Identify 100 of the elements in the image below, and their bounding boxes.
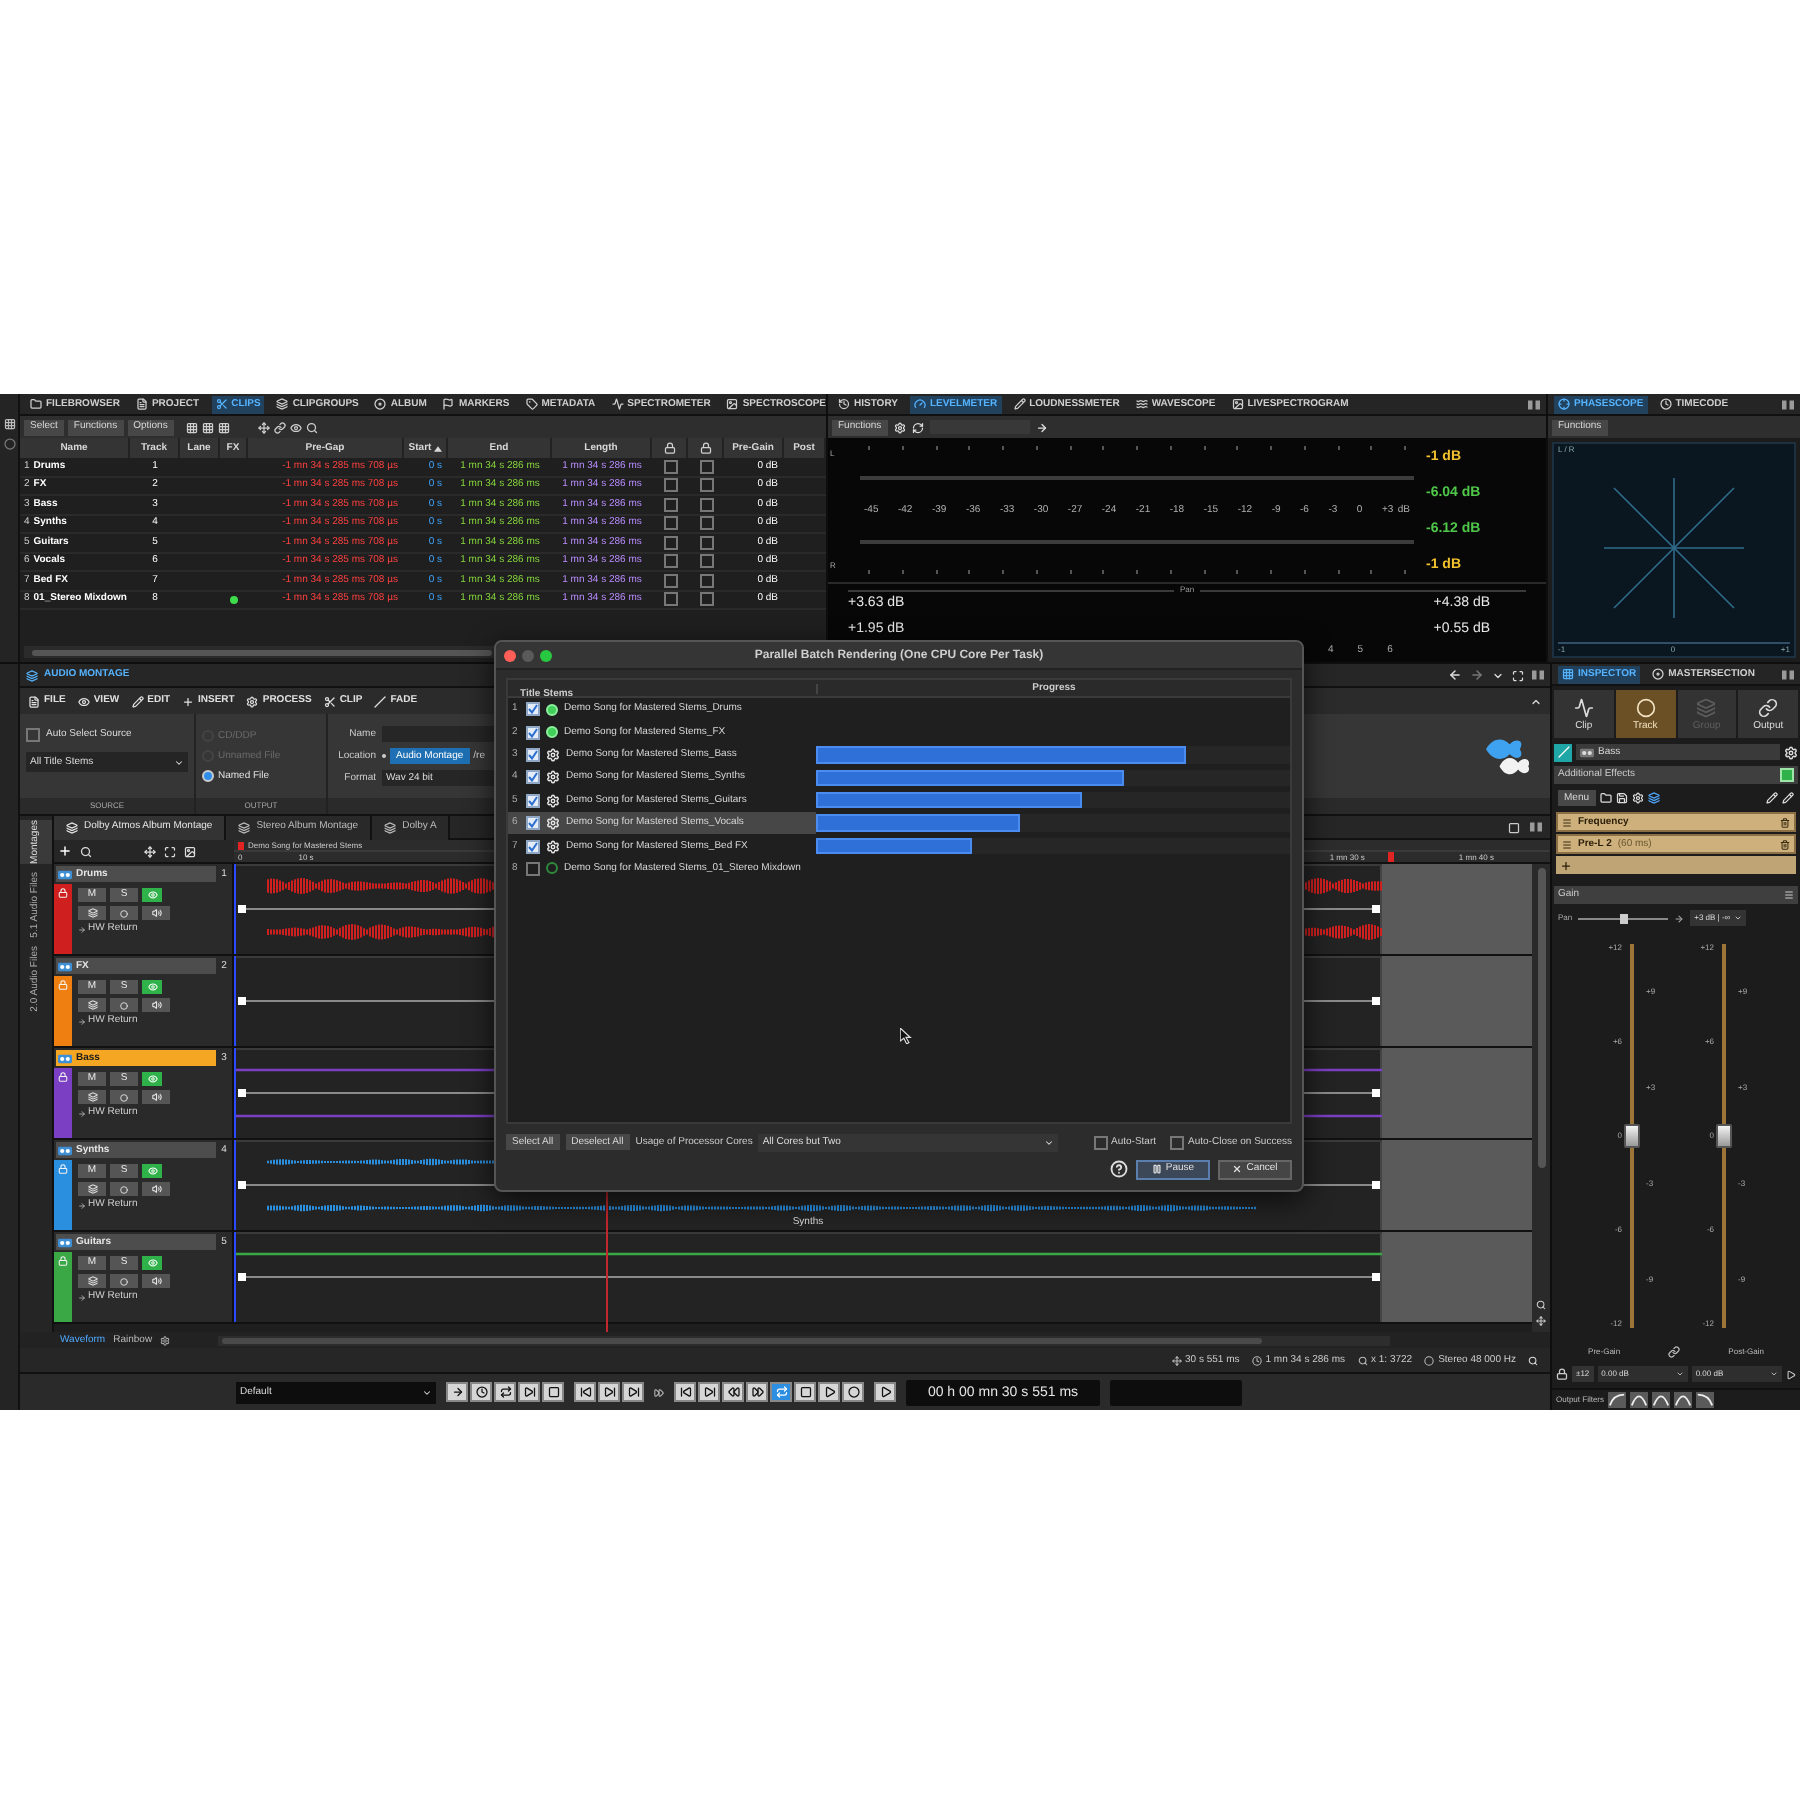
- go-to-start-button[interactable]: [674, 1382, 696, 1402]
- bars-icon[interactable]: [1782, 399, 1794, 409]
- checkbox[interactable]: [1093, 1135, 1107, 1149]
- arrow-right-icon[interactable]: [1035, 421, 1048, 433]
- move-icon[interactable]: [144, 845, 156, 857]
- volume-dropdown[interactable]: [142, 998, 170, 1012]
- collapse-icon[interactable]: [1530, 695, 1542, 707]
- repeat-button[interactable]: [494, 1382, 516, 1402]
- help-icon[interactable]: [1110, 1160, 1128, 1178]
- checkbox[interactable]: [526, 816, 540, 831]
- routing-button[interactable]: [78, 1090, 106, 1104]
- checkbox[interactable]: [663, 592, 677, 607]
- skip-back-button[interactable]: [574, 1382, 596, 1402]
- checkbox[interactable]: [526, 702, 540, 717]
- fader-thumb[interactable]: [1624, 1124, 1640, 1148]
- play-button[interactable]: [818, 1382, 840, 1402]
- checkbox[interactable]: [663, 516, 677, 531]
- trash-icon[interactable]: [1780, 839, 1790, 849]
- checkbox[interactable]: [663, 478, 677, 493]
- image-icon[interactable]: [184, 845, 196, 857]
- filter-curve-icon[interactable]: [1652, 1392, 1671, 1408]
- checkbox[interactable]: [526, 861, 540, 876]
- checkbox[interactable]: [699, 497, 713, 512]
- filter-curve-icon[interactable]: [1696, 1392, 1715, 1408]
- checkbox[interactable]: [699, 478, 713, 493]
- checkbox[interactable]: [699, 535, 713, 550]
- rewind-button[interactable]: [722, 1382, 744, 1402]
- record-button[interactable]: [842, 1382, 864, 1402]
- pencil-icon[interactable]: [1782, 792, 1794, 804]
- skip-forward-button[interactable]: [622, 1382, 644, 1402]
- grid-icon[interactable]: [3, 418, 15, 430]
- checkbox[interactable]: [526, 839, 540, 854]
- fader-thumb[interactable]: [1716, 1124, 1732, 1148]
- record-dropdown[interactable]: [110, 906, 138, 920]
- bars-icon[interactable]: [1532, 670, 1544, 680]
- maximize-icon[interactable]: [164, 845, 176, 857]
- scrollbar-thumb[interactable]: [32, 649, 492, 655]
- go-to-end-button[interactable]: [698, 1382, 720, 1402]
- close-window-button[interactable]: [504, 649, 516, 661]
- volume-dropdown[interactable]: [142, 906, 170, 920]
- search-icon[interactable]: [1536, 1300, 1546, 1310]
- checkbox[interactable]: [526, 793, 540, 808]
- record-dropdown[interactable]: [110, 1182, 138, 1196]
- scrollbar-thumb[interactable]: [222, 1337, 1263, 1343]
- radio-button[interactable]: [202, 770, 214, 782]
- trash-icon[interactable]: [1780, 817, 1790, 827]
- eye-icon[interactable]: [289, 421, 302, 433]
- checkbox[interactable]: [699, 573, 713, 588]
- checkbox[interactable]: [663, 459, 677, 474]
- checkbox[interactable]: [699, 516, 713, 531]
- checkbox[interactable]: [526, 747, 540, 762]
- refresh-icon[interactable]: [911, 421, 924, 433]
- filter-curve-icon[interactable]: [1630, 1392, 1649, 1408]
- move-icon[interactable]: [1536, 1316, 1546, 1326]
- maximize-icon[interactable]: [1512, 669, 1524, 681]
- fast-forward-button[interactable]: [746, 1382, 768, 1402]
- clock-button[interactable]: [470, 1382, 492, 1402]
- search-icon[interactable]: [1528, 1355, 1538, 1365]
- stop-button[interactable]: [794, 1382, 816, 1402]
- grid-view-icon[interactable]: [217, 421, 230, 433]
- link-icon[interactable]: [273, 421, 286, 433]
- move-icon[interactable]: [257, 421, 270, 433]
- checkbox[interactable]: [526, 725, 540, 740]
- checkbox[interactable]: [699, 459, 713, 474]
- record-dropdown[interactable]: [110, 1274, 138, 1288]
- record-dropdown[interactable]: [110, 1090, 138, 1104]
- volume-dropdown[interactable]: [142, 1090, 170, 1104]
- skip-forward-button[interactable]: [598, 1382, 620, 1402]
- grid-view-icon[interactable]: [185, 421, 198, 433]
- scrollbar-thumb[interactable]: [1537, 868, 1545, 1168]
- layers-icon[interactable]: [1647, 792, 1660, 804]
- checkbox[interactable]: [663, 554, 677, 569]
- settings-icon[interactable]: [160, 1335, 171, 1345]
- zoom-window-button[interactable]: [540, 649, 552, 661]
- routing-button[interactable]: [78, 998, 106, 1012]
- volume-dropdown[interactable]: [142, 1274, 170, 1288]
- pencil-icon[interactable]: [1766, 792, 1778, 804]
- checkbox[interactable]: [1170, 1135, 1185, 1149]
- volume-dropdown[interactable]: [142, 1182, 170, 1196]
- menu-icon[interactable]: [1784, 890, 1794, 900]
- search-icon[interactable]: [305, 421, 318, 433]
- bars-icon[interactable]: [1530, 821, 1542, 831]
- skip-forward-button[interactable]: [518, 1382, 540, 1402]
- search-icon[interactable]: [80, 845, 92, 857]
- folder-icon[interactable]: [1599, 792, 1612, 804]
- filter-curve-icon[interactable]: [1608, 1392, 1627, 1408]
- filter-curve-icon[interactable]: [1674, 1392, 1693, 1408]
- forward-arrow-icon[interactable]: [1470, 668, 1484, 682]
- play-icon[interactable]: [1786, 1369, 1796, 1379]
- checkbox[interactable]: [663, 535, 677, 550]
- back-arrow-icon[interactable]: [1448, 668, 1462, 682]
- record-dropdown[interactable]: [110, 998, 138, 1012]
- square-icon[interactable]: [1508, 821, 1520, 833]
- arrow-button[interactable]: [446, 1382, 468, 1402]
- checkbox[interactable]: [526, 770, 540, 785]
- checkbox[interactable]: [663, 497, 677, 512]
- play-button[interactable]: [874, 1382, 896, 1402]
- bars-icon[interactable]: [1528, 399, 1540, 409]
- link-icon[interactable]: [1668, 1346, 1681, 1358]
- routing-button[interactable]: [78, 1182, 106, 1196]
